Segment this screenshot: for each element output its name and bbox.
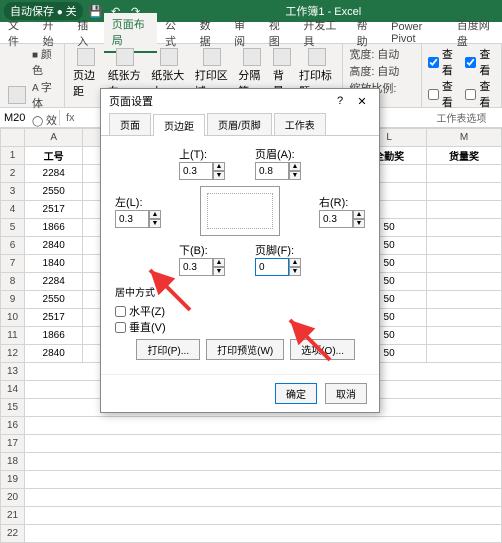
themes-button[interactable] — [6, 84, 28, 106]
margin-bottom-input[interactable] — [179, 258, 213, 276]
ribbon-group-themes: ■ 颜色 A 字体 ◯ 效果 主题 — [0, 44, 65, 107]
margin-bottom-field: 下(B): ▲▼ — [179, 242, 225, 276]
orientation-icon — [116, 48, 134, 66]
dialog-tab-header[interactable]: 页眉/页脚 — [207, 113, 272, 135]
margin-footer-input[interactable] — [255, 258, 289, 276]
size-icon — [160, 48, 178, 66]
table-row[interactable]: 18 — [1, 453, 502, 471]
print-button[interactable]: 打印(P)... — [136, 339, 200, 360]
center-label: 居中方式 — [115, 284, 365, 299]
preview-button[interactable]: 打印预览(W) — [206, 339, 284, 360]
printarea-icon — [203, 48, 221, 66]
margin-footer-field: 页脚(F): ▲▼ — [255, 242, 301, 276]
spin-up-icon[interactable]: ▲ — [213, 258, 225, 267]
table-row[interactable]: 22 — [1, 525, 502, 543]
tab-power[interactable]: Power Pivot — [383, 18, 449, 48]
spin-up-icon[interactable]: ▲ — [353, 210, 365, 219]
spin-up-icon[interactable]: ▲ — [289, 258, 301, 267]
margin-preview — [200, 186, 280, 236]
dialog-tab-page[interactable]: 页面 — [109, 113, 151, 135]
gridlines-print-check[interactable]: 查看 — [428, 78, 458, 110]
headings-print-check[interactable]: 查看 — [465, 78, 495, 110]
spin-up-icon[interactable]: ▲ — [213, 162, 225, 171]
gridlines-view-check[interactable]: 查看 — [428, 46, 458, 78]
dialog-body: 上(T): ▲▼ 页眉(A): ▲▼ 左(L): ▲▼ 右(R): ▲▼ 下(B… — [101, 136, 379, 374]
page-setup-dialog: 页面设置 ? ✕ 页面 页边距 页眉/页脚 工作表 上(T): ▲▼ 页眉(A)… — [100, 88, 380, 413]
help-icon[interactable]: ? — [331, 95, 349, 108]
dialog-tab-margins[interactable]: 页边距 — [153, 114, 205, 136]
margin-right-input[interactable] — [319, 210, 353, 228]
margin-header-input[interactable] — [255, 162, 289, 180]
height-select[interactable]: 高度: 自动 — [349, 63, 414, 79]
table-row[interactable]: 20 — [1, 489, 502, 507]
headings-view-check[interactable]: 查看 — [465, 46, 495, 78]
center-horiz-check[interactable]: 水平(Z) — [115, 303, 365, 319]
dialog-tabs: 页面 页边距 页眉/页脚 工作表 — [101, 113, 379, 136]
spin-down-icon[interactable]: ▼ — [149, 219, 161, 228]
margin-top-field: 上(T): ▲▼ — [179, 146, 225, 180]
table-row[interactable]: 21 — [1, 507, 502, 525]
options-button[interactable]: 选项(O)... — [290, 339, 355, 360]
margins-icon — [77, 48, 95, 66]
spin-up-icon[interactable]: ▲ — [289, 162, 301, 171]
margin-header-field: 页眉(A): ▲▼ — [255, 146, 301, 180]
margin-top-input[interactable] — [179, 162, 213, 180]
table-row[interactable]: 16 — [1, 417, 502, 435]
spin-down-icon[interactable]: ▼ — [289, 267, 301, 276]
spin-up-icon[interactable]: ▲ — [149, 210, 161, 219]
center-vert-check[interactable]: 垂直(V) — [115, 319, 365, 335]
margin-left-field: 左(L): ▲▼ — [115, 194, 161, 228]
center-section: 居中方式 水平(Z) 垂直(V) — [115, 284, 365, 335]
spin-down-icon[interactable]: ▼ — [213, 267, 225, 276]
group-label: 工作表选项 — [428, 110, 495, 125]
breaks-icon — [243, 48, 261, 66]
colors-button[interactable]: ■ 颜色 — [32, 46, 58, 78]
dialog-tab-sheet[interactable]: 工作表 — [274, 113, 326, 135]
bg-icon — [273, 48, 291, 66]
dialog-titlebar: 页面设置 ? ✕ — [101, 89, 379, 113]
theme-icon — [8, 86, 26, 104]
close-icon[interactable]: ✕ — [353, 95, 371, 108]
spin-down-icon[interactable]: ▼ — [353, 219, 365, 228]
spin-down-icon[interactable]: ▼ — [213, 171, 225, 180]
margin-right-field: 右(R): ▲▼ — [319, 194, 365, 228]
fonts-button[interactable]: A 字体 — [32, 79, 58, 111]
margins-button[interactable]: 页边距 — [71, 46, 102, 101]
cancel-button[interactable]: 取消 — [325, 383, 367, 404]
margin-left-input[interactable] — [115, 210, 149, 228]
name-box[interactable]: M20 — [0, 110, 60, 126]
ribbon-group-sheet-options: 查看 查看 查看 查看 工作表选项 — [422, 44, 502, 107]
ok-button[interactable]: 确定 — [275, 383, 317, 404]
fx-icon[interactable]: fx — [60, 112, 81, 124]
width-select[interactable]: 宽度: 自动 — [349, 46, 414, 62]
table-row[interactable]: 19 — [1, 471, 502, 489]
titles-icon — [308, 48, 326, 66]
dialog-title: 页面设置 — [109, 93, 153, 109]
spin-down-icon[interactable]: ▼ — [289, 171, 301, 180]
ribbon-tabs: 文件 开始 插入 页面布局 公式 数据 审阅 视图 开发工具 帮助 Power … — [0, 22, 502, 44]
table-row[interactable]: 17 — [1, 435, 502, 453]
